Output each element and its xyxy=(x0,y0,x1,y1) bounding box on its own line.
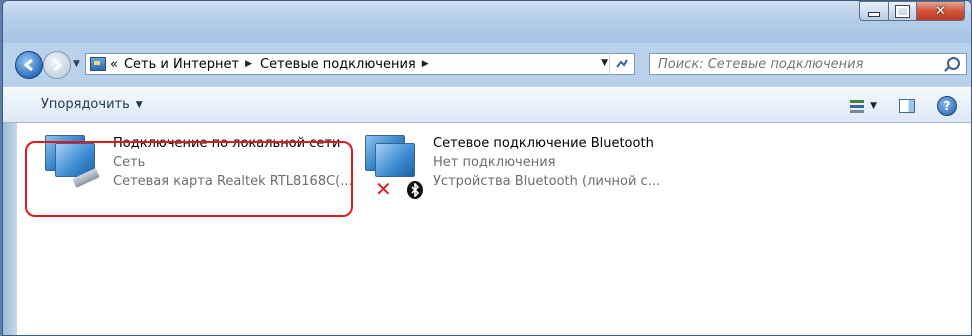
bluetooth-glyph xyxy=(411,183,420,197)
address-bar[interactable]: « Сеть и Интернет ▶ Сетевые подключения … xyxy=(85,53,635,75)
recent-pages-dropdown[interactable]: ▼ xyxy=(73,59,80,69)
refresh-icon xyxy=(616,59,628,68)
item-status: Нет подключения xyxy=(433,155,556,170)
forward-button[interactable] xyxy=(43,51,71,79)
views-dropdown-icon[interactable]: ▼ xyxy=(870,101,877,111)
command-bar: Упорядочить ▼ ▼ ? xyxy=(3,87,971,123)
item-title: Сетевое подключение Bluetooth xyxy=(433,136,654,151)
item-device: Устройства Bluetooth (личной с... xyxy=(433,174,661,189)
explorer-window: ✕ ▼ « Сеть и Интернет ▶ Сетевые подключе… xyxy=(2,0,972,336)
organize-label: Упорядочить xyxy=(41,97,130,112)
navigation-pane-edge xyxy=(3,123,17,335)
search-input[interactable] xyxy=(656,55,940,73)
search-box[interactable] xyxy=(649,53,967,75)
disconnected-x-icon: ✕ xyxy=(375,177,392,201)
control-panel-icon xyxy=(90,57,106,71)
preview-pane-icon[interactable] xyxy=(899,99,915,113)
breadcrumb-network-internet[interactable]: Сеть и Интернет xyxy=(124,57,239,72)
breadcrumb-overflow[interactable]: « xyxy=(110,57,118,72)
network-bluetooth-icon: ✕ xyxy=(363,131,423,199)
organize-button[interactable]: Упорядочить ▼ xyxy=(41,97,143,112)
list-item[interactable]: ✕ Сетевое подключение Bluetooth Нет подк… xyxy=(363,131,723,215)
close-button[interactable]: ✕ xyxy=(917,1,965,21)
navigation-row: ▼ « Сеть и Интернет ▶ Сетевые подключени… xyxy=(3,49,971,79)
title-bar[interactable]: ✕ xyxy=(3,1,971,43)
back-button[interactable] xyxy=(15,51,43,79)
monitor-shape xyxy=(375,143,415,177)
maximize-icon xyxy=(895,4,910,18)
back-arrow-icon xyxy=(23,58,33,72)
minimize-button[interactable] xyxy=(859,1,889,21)
breadcrumb-network-connections[interactable]: Сетевые подключения xyxy=(260,57,416,72)
toolbar-right: ▼ ? xyxy=(850,96,957,116)
chevron-down-icon: ▼ xyxy=(135,99,143,110)
search-icon[interactable] xyxy=(947,57,960,70)
help-icon[interactable]: ? xyxy=(937,96,957,116)
item-text: Сетевое подключение Bluetooth Нет подклю… xyxy=(433,134,660,215)
address-dropdown-icon[interactable]: ▼ xyxy=(601,58,608,68)
close-icon: ✕ xyxy=(935,3,946,19)
views-icon[interactable] xyxy=(850,99,865,113)
refresh-button[interactable] xyxy=(609,54,634,74)
maximize-button[interactable] xyxy=(889,1,917,21)
forward-arrow-icon xyxy=(53,58,63,72)
selection-highlight-outline xyxy=(25,141,353,217)
breadcrumb-separator-icon[interactable]: ▶ xyxy=(245,59,252,69)
caption-buttons: ✕ xyxy=(859,1,965,21)
breadcrumb-separator-icon[interactable]: ▶ xyxy=(422,59,429,69)
bluetooth-icon xyxy=(407,181,423,199)
minimize-icon xyxy=(868,11,880,17)
